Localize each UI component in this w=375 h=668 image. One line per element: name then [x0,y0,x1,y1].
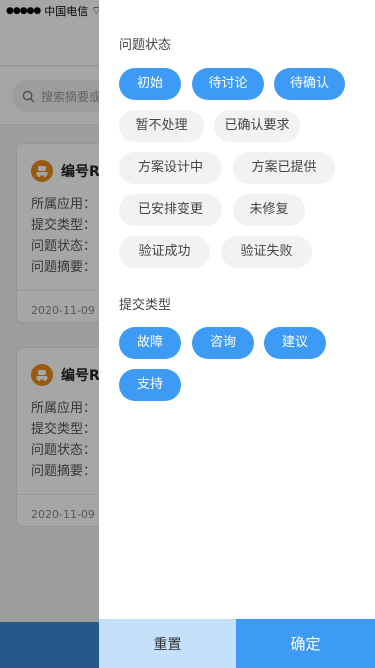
filter-drawer: 问题状态 初始 待讨论 待确认 暂不处理 已确认要求 方案设计中 方案已提供 已… [99,0,375,668]
status-options: 初始 待讨论 待确认 暂不处理 已确认要求 方案设计中 方案已提供 已安排变更 … [119,68,359,268]
status-chip-hold[interactable]: 暂不处理 [119,110,204,142]
status-chip-verify-fail[interactable]: 验证失败 [221,236,312,268]
reset-button[interactable]: 重置 [99,619,236,668]
drawer-footer: 重置 确定 [99,619,375,668]
status-chip-verify-ok[interactable]: 验证成功 [119,236,210,268]
type-chip-suggest[interactable]: 建议 [264,327,326,359]
status-chip-designing[interactable]: 方案设计中 [119,152,222,184]
status-chip-scheduled[interactable]: 已安排变更 [119,194,222,226]
type-chip-fault[interactable]: 故障 [119,327,181,359]
screen: ●●●●● 中国电信 ⌔ 搜索摘要或 编号R 所属应用： 提交类型： 问题状态：… [0,0,375,668]
type-chip-consult[interactable]: 咨询 [192,327,254,359]
status-chip-discuss[interactable]: 待讨论 [192,68,264,100]
status-section-title: 问题状态 [119,38,172,53]
type-section-title: 提交类型 [119,298,172,313]
status-chip-unfixed[interactable]: 未修复 [233,194,305,226]
status-chip-confirmed-req[interactable]: 已确认要求 [214,110,300,142]
status-chip-confirm[interactable]: 待确认 [274,68,345,100]
confirm-button[interactable]: 确定 [236,619,375,668]
status-chip-initial[interactable]: 初始 [119,68,181,100]
status-chip-provided[interactable]: 方案已提供 [233,152,335,184]
type-options: 故障 咨询 建议 支持 [119,327,359,402]
type-chip-support[interactable]: 支持 [119,369,181,401]
